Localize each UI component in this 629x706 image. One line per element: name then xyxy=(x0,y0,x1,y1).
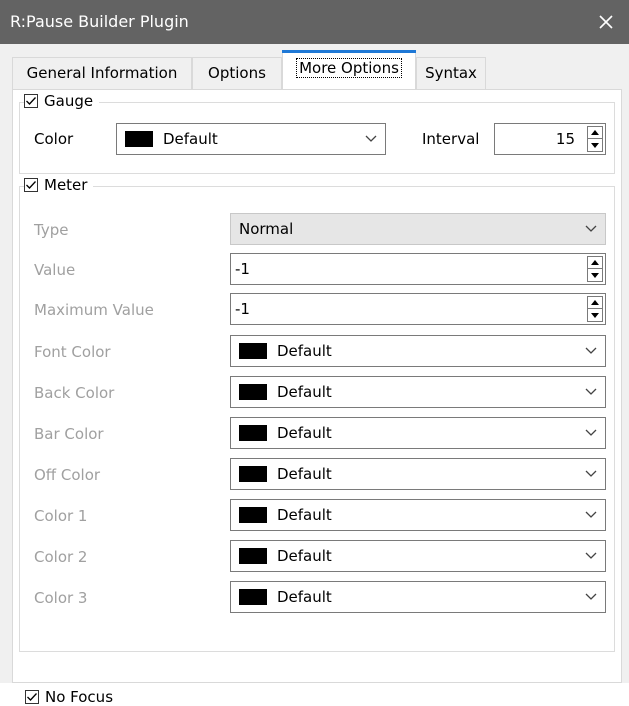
color-swatch xyxy=(239,343,267,359)
color-swatch xyxy=(239,384,267,400)
value-spinner[interactable]: -1 xyxy=(230,253,606,285)
color-2-label: Color 2 xyxy=(34,548,88,566)
meter-checkbox[interactable] xyxy=(24,178,38,192)
color-2-value: Default xyxy=(277,547,332,565)
close-icon xyxy=(599,15,613,29)
color-3-dropdown[interactable]: Default xyxy=(230,581,606,613)
spin-down-button[interactable] xyxy=(587,309,603,322)
spin-down-button[interactable] xyxy=(587,139,603,152)
meter-label: Meter xyxy=(44,176,88,194)
color-1-value: Default xyxy=(277,506,332,524)
title-bar: R:Pause Builder Plugin xyxy=(0,0,629,44)
no-focus-option: No Focus xyxy=(25,688,113,706)
off-color-value: Default xyxy=(277,465,332,483)
check-icon xyxy=(26,181,36,189)
chevron-down-icon xyxy=(585,225,597,232)
maximum-value-spinner[interactable]: -1 xyxy=(230,293,606,325)
chevron-down-icon xyxy=(365,135,377,142)
interval-spinner[interactable]: 15 xyxy=(494,123,606,155)
window-title: R:Pause Builder Plugin xyxy=(10,12,189,31)
tab-label: Syntax xyxy=(425,64,477,82)
chevron-down-icon xyxy=(585,593,597,600)
font-color-dropdown[interactable]: Default xyxy=(230,335,606,367)
color-3-label: Color 3 xyxy=(34,589,88,607)
gauge-color-label: Color xyxy=(34,130,74,148)
font-color-label: Font Color xyxy=(34,343,111,361)
color-3-value: Default xyxy=(277,588,332,606)
color-swatch xyxy=(239,507,267,523)
arrow-down-icon xyxy=(591,312,599,318)
tab-label: More Options xyxy=(296,58,402,78)
gauge-color-dropdown[interactable]: Default xyxy=(116,123,386,155)
arrow-down-icon xyxy=(591,142,599,148)
color-swatch xyxy=(239,589,267,605)
gauge-checkbox[interactable] xyxy=(24,94,38,108)
gauge-label: Gauge xyxy=(44,92,94,110)
check-icon xyxy=(27,693,37,701)
no-focus-label: No Focus xyxy=(45,688,114,706)
font-color-value: Default xyxy=(277,342,332,360)
gauge-group: Gauge Color Default Interval 15 xyxy=(19,92,615,174)
tab-more-options[interactable]: More Options xyxy=(282,50,416,90)
tab-general-information[interactable]: General Information xyxy=(12,57,192,89)
spin-up-button[interactable] xyxy=(587,126,603,139)
maximum-value-spin-buttons xyxy=(587,296,603,322)
close-button[interactable] xyxy=(583,0,629,44)
bar-color-label: Bar Color xyxy=(34,425,104,443)
tab-options[interactable]: Options xyxy=(192,57,282,89)
value-spin-buttons xyxy=(587,256,603,282)
arrow-down-icon xyxy=(591,272,599,278)
no-focus-checkbox[interactable] xyxy=(25,690,39,704)
off-color-dropdown[interactable]: Default xyxy=(230,458,606,490)
chevron-down-icon xyxy=(585,347,597,354)
tab-panel: Gauge Color Default Interval 15 Meter Ty… xyxy=(12,89,622,706)
value-value: -1 xyxy=(235,260,250,278)
type-label: Type xyxy=(34,221,69,239)
chevron-down-icon xyxy=(585,552,597,559)
color-1-dropdown[interactable]: Default xyxy=(230,499,606,531)
bar-color-value: Default xyxy=(277,424,332,442)
chevron-down-icon xyxy=(585,429,597,436)
meter-header: Meter xyxy=(24,176,94,194)
back-color-dropdown[interactable]: Default xyxy=(230,376,606,408)
type-dropdown[interactable]: Normal xyxy=(230,213,606,245)
type-value: Normal xyxy=(239,220,294,238)
arrow-up-icon xyxy=(591,130,599,135)
spin-down-button[interactable] xyxy=(587,269,603,282)
arrow-up-icon xyxy=(591,260,599,265)
interval-value: 15 xyxy=(555,130,575,148)
color-2-dropdown[interactable]: Default xyxy=(230,540,606,572)
maximum-value-label: Maximum Value xyxy=(34,301,154,319)
color-swatch xyxy=(239,425,267,441)
back-color-label: Back Color xyxy=(34,384,115,402)
spin-up-button[interactable] xyxy=(587,256,603,269)
value-label: Value xyxy=(34,261,76,279)
window-body: General Information Options More Options… xyxy=(0,44,629,706)
gauge-header: Gauge xyxy=(24,92,100,110)
interval-label: Interval xyxy=(422,130,480,148)
tab-label: General Information xyxy=(26,64,178,82)
bar-color-dropdown[interactable]: Default xyxy=(230,417,606,449)
tab-strip: General Information Options More Options… xyxy=(12,50,622,90)
back-color-value: Default xyxy=(277,383,332,401)
chevron-down-icon xyxy=(585,388,597,395)
tab-label: Options xyxy=(208,64,266,82)
chevron-down-icon xyxy=(585,470,597,477)
interval-spin-buttons xyxy=(587,126,603,152)
tab-accent xyxy=(282,50,416,53)
color-swatch xyxy=(125,131,153,147)
arrow-up-icon xyxy=(591,300,599,305)
maximum-value-value: -1 xyxy=(235,300,250,318)
chevron-down-icon xyxy=(585,511,597,518)
color-swatch xyxy=(239,466,267,482)
gauge-color-value: Default xyxy=(163,130,218,148)
color-swatch xyxy=(239,548,267,564)
check-icon xyxy=(26,97,36,105)
spin-up-button[interactable] xyxy=(587,296,603,309)
off-color-label: Off Color xyxy=(34,466,101,484)
meter-group: Meter Type Normal Value -1 Maximum Value… xyxy=(19,176,615,652)
tab-syntax[interactable]: Syntax xyxy=(416,57,486,89)
color-1-label: Color 1 xyxy=(34,507,88,525)
